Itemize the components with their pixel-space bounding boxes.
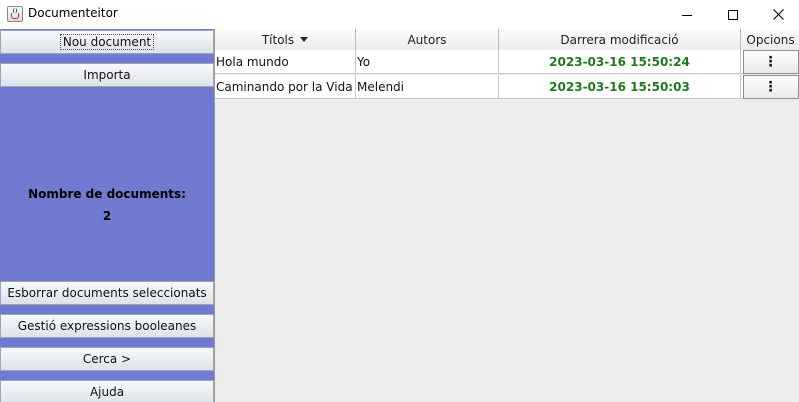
minimize-button[interactable] <box>664 0 710 29</box>
import-button[interactable]: Importa <box>0 63 214 87</box>
cell-modified: 2023-03-16 15:50:24 <box>499 50 741 74</box>
column-header-modified-label: Darrera modificació <box>560 32 679 47</box>
close-button[interactable] <box>755 0 799 29</box>
column-header-authors[interactable]: Autors <box>356 29 499 50</box>
column-header-titles-label: Títols <box>261 32 295 47</box>
options-menu-button[interactable]: ⋮ <box>742 50 799 74</box>
java-cup-icon <box>7 6 23 22</box>
column-header-authors-label: Autors <box>407 32 447 47</box>
new-document-label: Nou document <box>59 34 155 50</box>
boolean-expressions-button[interactable]: Gestió expressions booleanes <box>0 314 214 338</box>
column-header-options-label: Opcions <box>746 32 795 47</box>
cell-author: Melendi <box>356 75 499 99</box>
boolean-expressions-label: Gestió expressions booleanes <box>17 319 197 333</box>
delete-selected-label: Esborrar documents seleccionats <box>7 286 207 300</box>
help-button[interactable]: Ajuda <box>0 380 214 402</box>
search-label: Cerca > <box>82 352 132 366</box>
import-label: Importa <box>83 68 131 82</box>
more-vertical-icon: ⋮ <box>763 79 778 95</box>
search-button[interactable]: Cerca > <box>0 347 214 371</box>
documents-table: Títols Autors Darrera modificació Opcion… <box>214 29 799 402</box>
cell-options: ⋮ <box>741 75 799 99</box>
help-label: Ajuda <box>89 385 125 399</box>
table-header: Títols Autors Darrera modificació Opcion… <box>215 29 799 50</box>
sort-descending-icon <box>300 37 309 42</box>
column-header-options[interactable]: Opcions <box>741 29 799 50</box>
maximize-button[interactable] <box>710 0 756 29</box>
title-bar: Documenteitor <box>0 0 799 29</box>
table-row[interactable]: Caminando por la Vida Melendi 2023-03-16… <box>215 75 799 99</box>
cell-title: Caminando por la Vida <box>215 75 356 99</box>
maximize-icon <box>728 9 738 20</box>
close-icon <box>772 9 784 20</box>
delete-selected-button[interactable]: Esborrar documents seleccionats <box>0 281 214 305</box>
cell-modified: 2023-03-16 15:50:03 <box>499 75 741 99</box>
table-row[interactable]: Hola mundo Yo 2023-03-16 15:50:24 ⋮ <box>215 50 799 74</box>
sidebar: Nou document Importa Nombre de documents… <box>0 29 214 402</box>
options-menu-button[interactable]: ⋮ <box>742 75 799 99</box>
more-vertical-icon: ⋮ <box>763 54 778 70</box>
cell-author: Yo <box>356 50 499 74</box>
minimize-icon <box>682 14 692 16</box>
new-document-button[interactable]: Nou document <box>0 30 214 54</box>
cell-title: Hola mundo <box>215 50 356 74</box>
column-header-modified[interactable]: Darrera modificació <box>499 29 741 50</box>
window-title: Documenteitor <box>28 6 118 20</box>
document-count-value: 2 <box>102 209 112 223</box>
cell-options: ⋮ <box>741 50 799 74</box>
document-count-label: Nombre de documents: <box>28 187 186 201</box>
column-header-titles[interactable]: Títols <box>215 29 356 50</box>
